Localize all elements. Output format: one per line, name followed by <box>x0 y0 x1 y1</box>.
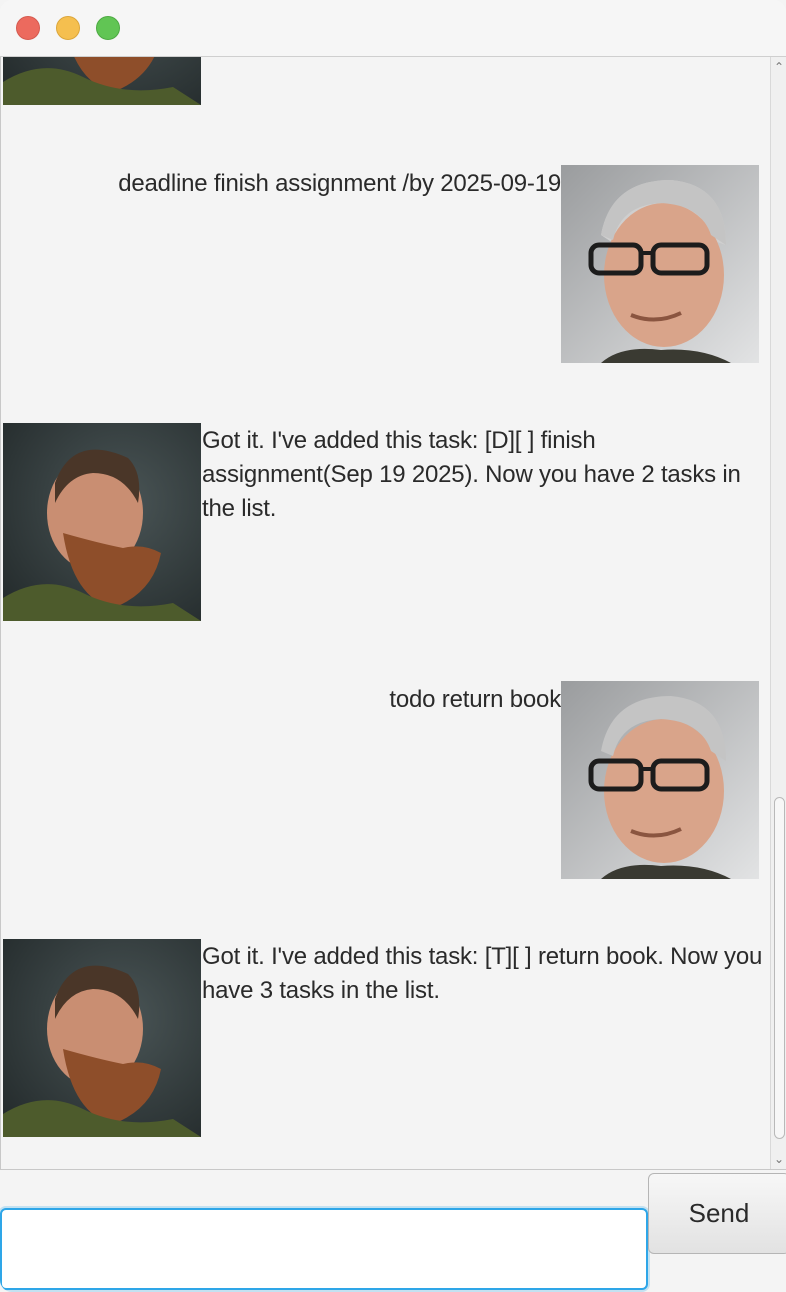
bot-avatar <box>3 939 201 1137</box>
send-button[interactable]: Send <box>648 1173 786 1254</box>
bot-avatar <box>3 423 201 621</box>
minimize-window-button[interactable] <box>56 16 80 40</box>
bearded-man-portrait-icon <box>3 939 201 1137</box>
message-input[interactable] <box>0 1208 648 1290</box>
user-avatar <box>561 681 759 879</box>
bot-message-text: Got it. I've added this task: [D][ ] fin… <box>202 427 741 522</box>
vertical-scrollbar[interactable]: ⌃ ⌄ <box>770 57 786 1169</box>
close-window-button[interactable] <box>16 16 40 40</box>
bearded-man-portrait-icon <box>3 423 201 621</box>
bot-avatar <box>3 57 201 105</box>
scrollbar-thumb[interactable] <box>774 797 785 1139</box>
title-bar <box>0 0 786 57</box>
user-message-text: deadline finish assignment /by 2025-09-1… <box>118 170 561 197</box>
user-avatar <box>561 165 759 363</box>
bot-message-text: Got it. I've added this task: [T][ ] ret… <box>202 943 763 1004</box>
user-message-text: todo return book <box>389 686 561 713</box>
scroll-up-arrow-icon[interactable]: ⌃ <box>771 59 786 75</box>
chat-scroll-pane[interactable]: deadline finish assignment /by 2025-09-1… <box>0 57 786 1169</box>
scroll-down-arrow-icon[interactable]: ⌄ <box>771 1151 786 1167</box>
maximize-window-button[interactable] <box>96 16 120 40</box>
glasses-man-portrait-icon <box>561 681 759 879</box>
app-window: deadline finish assignment /by 2025-09-1… <box>0 0 786 1292</box>
glasses-man-portrait-icon <box>561 165 759 363</box>
bearded-man-portrait-icon <box>3 57 201 105</box>
